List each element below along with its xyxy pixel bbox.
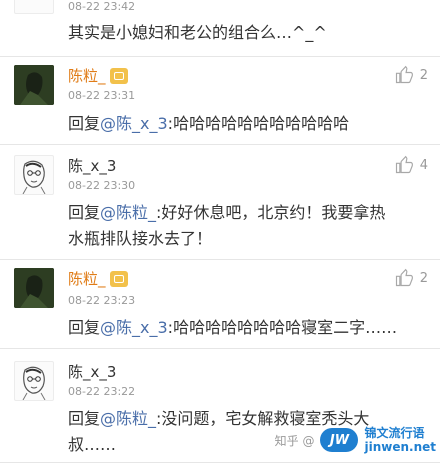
comment-timestamp: 08-22 23:22	[68, 385, 136, 398]
comment-text: 水瓶排队接水去了！	[68, 229, 213, 248]
comment-body: 回复@陈_x_3:哈哈哈哈哈哈哈哈寝室二字……	[68, 315, 428, 341]
avatar[interactable]	[14, 361, 54, 401]
username-label: 陈粒_	[68, 270, 106, 288]
comment-body: 回复@陈_x_3:哈哈哈哈哈哈哈哈哈哈哈	[68, 111, 428, 137]
reply-prefix: 回复	[68, 409, 101, 428]
avatar-photo-icon	[14, 65, 54, 105]
reply-prefix: 回复	[68, 114, 101, 133]
reply-prefix: 回复	[68, 318, 101, 337]
comment-text: :好好休息吧，北京约！我要拿热	[156, 203, 386, 222]
comment-body: 其实是小媳妇和老公的组合么…^_^	[68, 20, 428, 46]
mention-link[interactable]: @陈粒_	[100, 409, 156, 428]
comment-username[interactable]: 陈_x_3	[68, 361, 116, 382]
comment-card: 陈_x_3 08-22 23:30 4 回复@陈粒_:好好休息吧，北京约！我要拿…	[0, 145, 440, 260]
comment-username[interactable]: 陈粒_	[68, 268, 128, 289]
mention-link[interactable]: @陈_x_3	[100, 318, 168, 337]
like-count: 2	[419, 270, 428, 286]
thumbs-up-icon	[395, 268, 413, 287]
comment-username[interactable]: 陈_x_3	[68, 155, 116, 176]
like-button[interactable]: 2	[394, 268, 428, 288]
reply-prefix: 回复	[68, 203, 101, 222]
mention-link[interactable]: @陈粒_	[100, 203, 156, 222]
avatar-photo-icon	[14, 268, 54, 308]
username-label: 陈_x_3	[68, 157, 117, 175]
comment-text: :哈哈哈哈哈哈哈哈寝室二字……	[167, 318, 398, 337]
avatar[interactable]	[14, 268, 54, 308]
comment-timestamp: 08-22 23:23	[68, 294, 136, 307]
username-label: 陈_x_3	[68, 363, 117, 381]
thumbs-up-icon	[395, 65, 413, 84]
comment-card: 08-22 23:42 其实是小媳妇和老公的组合么…^_^	[0, 0, 440, 57]
avatar[interactable]	[14, 0, 54, 14]
avatar-sketch-icon	[22, 160, 46, 194]
comment-text: :哈哈哈哈哈哈哈哈哈哈哈	[167, 114, 350, 133]
comment-username[interactable]: 陈粒_	[68, 65, 128, 86]
vip-badge-icon	[109, 68, 128, 84]
comment-card: 陈粒_ 08-22 23:23 2 回复@陈_x_3:哈哈哈哈哈哈哈哈寝室二字……	[0, 260, 440, 349]
avatar[interactable]	[14, 155, 54, 195]
username-label: 陈粒_	[68, 67, 106, 85]
comment-text: 其实是小媳妇和老公的组合么…^_^	[68, 23, 327, 42]
comment-card: 陈粒_ 08-22 23:31 2 回复@陈_x_3:哈哈哈哈哈哈哈哈哈哈哈	[0, 57, 440, 145]
watermark-cn: 锦文流行语	[364, 426, 425, 440]
avatar-sketch-icon	[22, 366, 46, 400]
jw-logo-icon: JW	[320, 428, 359, 452]
mention-link[interactable]: @陈_x_3	[100, 114, 168, 133]
like-count: 4	[419, 157, 428, 173]
thumbs-up-icon	[395, 155, 413, 174]
comment-timestamp: 08-22 23:30	[68, 179, 136, 192]
avatar[interactable]	[14, 65, 54, 105]
vip-badge-icon	[109, 271, 128, 287]
like-button[interactable]: 4	[394, 155, 428, 175]
site-watermark: 知乎 @ JW 锦文流行语 jinwen.net	[275, 426, 436, 454]
comment-timestamp: 08-22 23:42	[68, 0, 136, 13]
like-button[interactable]: 2	[394, 65, 428, 85]
watermark-text: 锦文流行语 jinwen.net	[364, 426, 436, 454]
comment-text: 叔……	[68, 435, 117, 454]
zhihu-watermark: 知乎 @	[274, 433, 315, 448]
comment-body: 回复@陈粒_:好好休息吧，北京约！我要拿热水瓶排队接水去了！	[68, 200, 428, 252]
like-count: 2	[419, 67, 428, 83]
watermark-en: jinwen.net	[364, 440, 436, 454]
comment-timestamp: 08-22 23:31	[68, 89, 136, 102]
